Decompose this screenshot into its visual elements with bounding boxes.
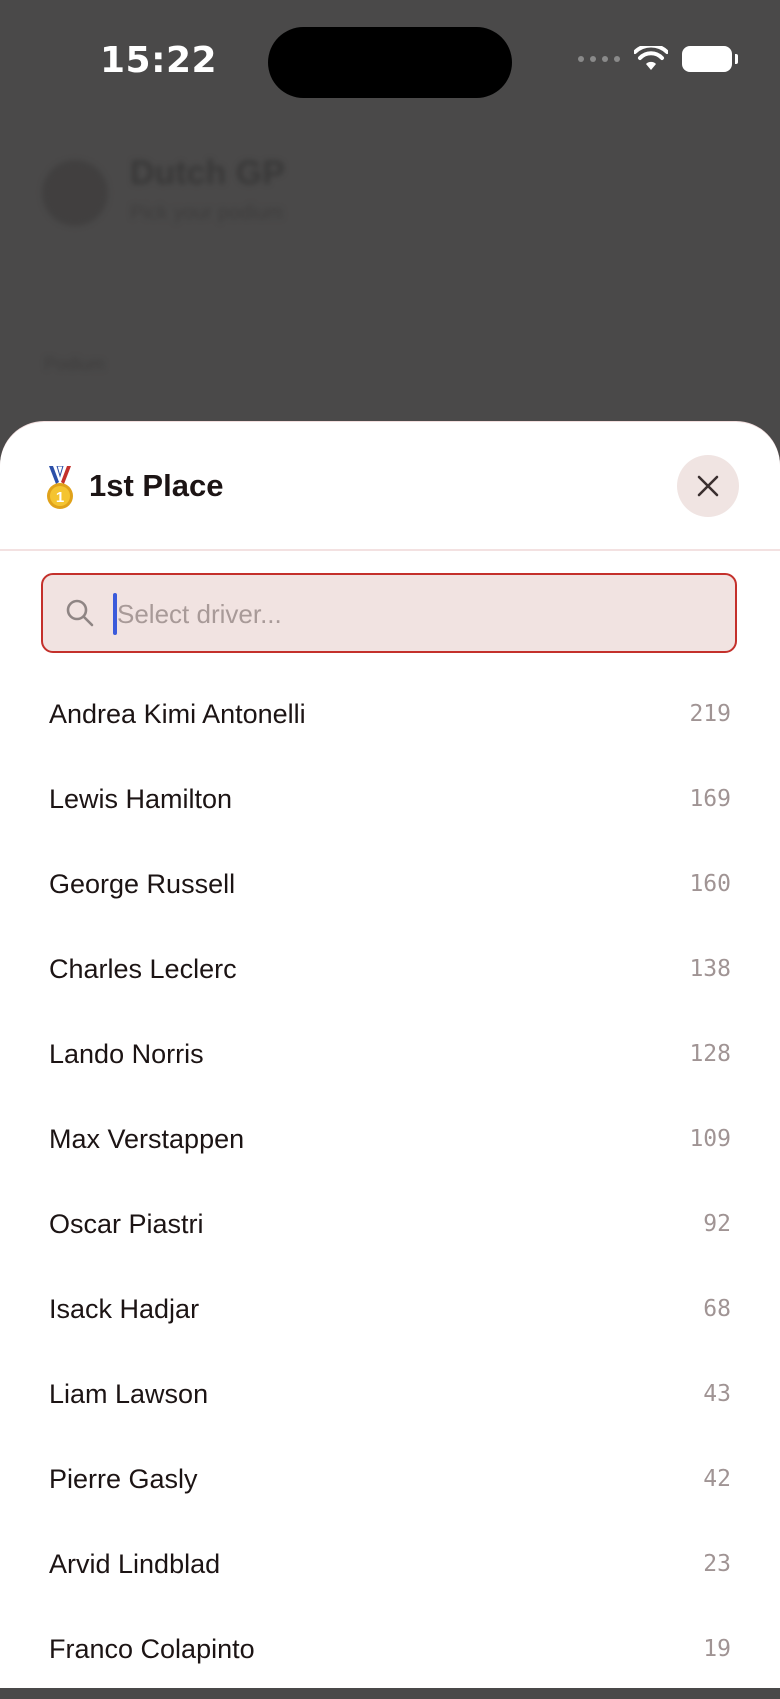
- driver-points: 23: [703, 1551, 731, 1577]
- driver-points: 160: [689, 871, 731, 897]
- battery-icon: [682, 46, 738, 72]
- driver-option[interactable]: Isack Hadjar 68: [0, 1274, 780, 1359]
- driver-points: 68: [703, 1296, 731, 1322]
- driver-name: Charles Leclerc: [49, 954, 237, 984]
- driver-points: 128: [689, 1041, 731, 1067]
- driver-name: Arvid Lindblad: [49, 1549, 221, 1579]
- driver-name: Isack Hadjar: [49, 1294, 200, 1324]
- race-flag-avatar: [42, 160, 108, 226]
- driver-name: Liam Lawson: [49, 1379, 209, 1409]
- driver-name: Lando Norris: [49, 1039, 204, 1069]
- driver-option[interactable]: Liam Lawson 43: [0, 1359, 780, 1444]
- driver-search-box[interactable]: [41, 573, 737, 653]
- wifi-icon: [634, 46, 668, 70]
- driver-points: 43: [703, 1381, 731, 1407]
- driver-points: 42: [703, 1466, 731, 1492]
- driver-option[interactable]: Charles Leclerc 138: [0, 934, 780, 1019]
- driver-option[interactable]: Lando Norris 128: [0, 1019, 780, 1104]
- driver-points: 92: [703, 1211, 731, 1237]
- driver-option[interactable]: Pierre Gasly 42: [0, 1444, 780, 1529]
- driver-option[interactable]: Franco Colapinto 19: [0, 1614, 780, 1699]
- driver-name: Oscar Piastri: [49, 1209, 204, 1239]
- driver-search-input[interactable]: [115, 575, 719, 653]
- driver-name: George Russell: [49, 869, 236, 899]
- driver-option[interactable]: Andrea Kimi Antonelli 219: [0, 679, 780, 764]
- background-title: Dutch GP: [130, 154, 285, 192]
- driver-points: 138: [689, 956, 731, 982]
- driver-name: Franco Colapinto: [49, 1634, 255, 1664]
- close-button[interactable]: [677, 455, 739, 517]
- driver-points: 109: [689, 1126, 731, 1152]
- driver-option[interactable]: Oscar Piastri 92: [0, 1189, 780, 1274]
- svg-text:1: 1: [56, 489, 64, 506]
- background-screen: Dutch GP Pick your podium Podium: [0, 140, 780, 440]
- cellular-signal-icon: [578, 56, 620, 62]
- background-subtitle: Pick your podium: [130, 202, 284, 224]
- driver-option[interactable]: Max Verstappen 109: [0, 1104, 780, 1189]
- driver-option[interactable]: Lewis Hamilton 169: [0, 764, 780, 849]
- driver-option[interactable]: Arvid Lindblad 23: [0, 1529, 780, 1614]
- driver-list: Andrea Kimi Antonelli 219 Lewis Hamilton 16…: [0, 679, 780, 1699]
- driver-points: 19: [703, 1636, 731, 1662]
- status-icons: [578, 46, 738, 72]
- status-bar: 15:22: [0, 0, 780, 120]
- gold-medal-icon: 1: [47, 466, 73, 509]
- driver-option[interactable]: George Russell 160: [0, 849, 780, 934]
- driver-name: Max Verstappen: [49, 1124, 245, 1154]
- driver-points: 169: [689, 786, 731, 812]
- sheet-header: 1 1st Place: [0, 422, 780, 551]
- search-icon: [66, 599, 94, 627]
- dynamic-island: [268, 27, 512, 98]
- driver-name: Pierre Gasly: [49, 1464, 198, 1494]
- driver-name: Andrea Kimi Antonelli: [49, 699, 306, 729]
- close-icon: [697, 475, 719, 497]
- driver-picker-sheet: 1 1st Place Andrea Kimi Antonelli 219 Lewi…: [0, 422, 780, 1688]
- driver-points: 219: [689, 701, 731, 727]
- status-time: 15:22: [100, 40, 218, 81]
- sheet-title: 1st Place: [89, 468, 224, 503]
- background-section-label: Podium: [44, 354, 106, 374]
- driver-name: Lewis Hamilton: [49, 784, 233, 814]
